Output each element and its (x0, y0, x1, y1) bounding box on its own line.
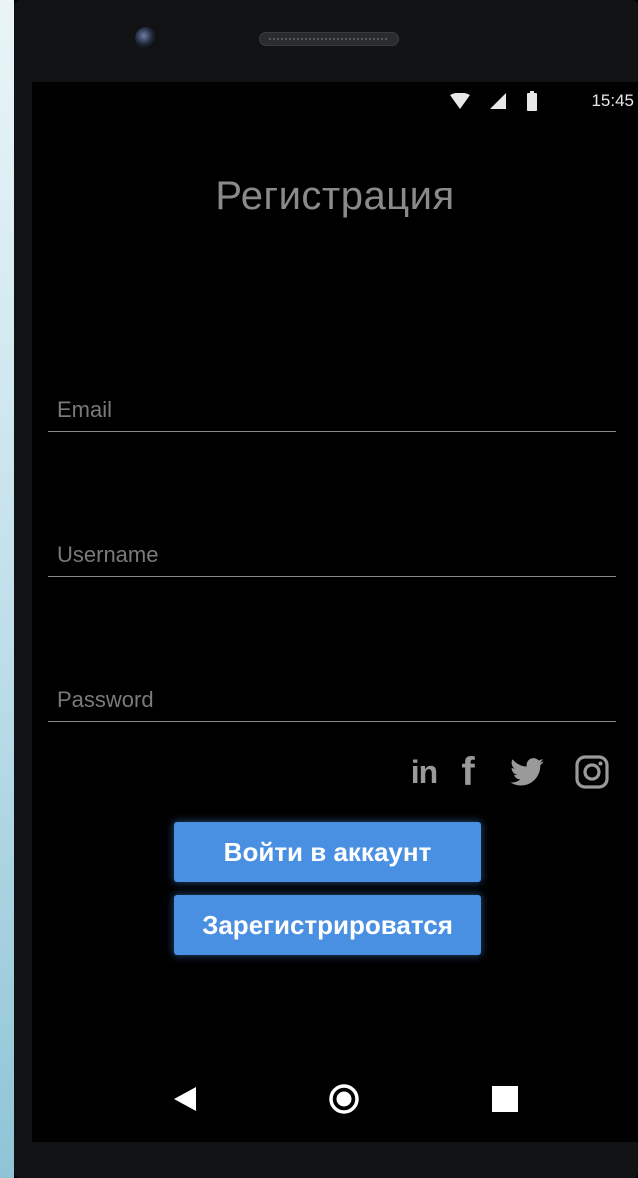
email-field[interactable] (48, 388, 616, 432)
username-field[interactable] (48, 533, 616, 577)
status-time: 15:45 (591, 91, 634, 110)
facebook-icon[interactable]: f (454, 750, 482, 794)
status-icons (450, 91, 538, 116)
front-camera (135, 27, 157, 49)
page-title: Регистрация (215, 174, 455, 218)
login-button[interactable]: Войти в аккаунт (174, 822, 481, 882)
recents-icon[interactable] (480, 1074, 530, 1124)
app-screen: 15:45 Регистрация in f Войти в аккаунт З… (32, 82, 638, 1142)
linkedin-icon[interactable]: in (404, 750, 444, 794)
cell-signal-icon (490, 93, 506, 114)
system-navigation-bar (32, 1074, 638, 1124)
password-field[interactable] (48, 678, 616, 722)
phone-frame: 15:45 Регистрация in f Войти в аккаунт З… (14, 0, 638, 1178)
back-icon[interactable] (160, 1074, 210, 1124)
twitter-icon[interactable] (507, 750, 547, 794)
home-icon[interactable] (319, 1074, 369, 1124)
status-bar: 15:45 (32, 82, 638, 118)
earpiece-speaker (259, 32, 399, 46)
wifi-icon (450, 92, 470, 114)
instagram-icon[interactable] (572, 750, 612, 794)
register-button[interactable]: Зарегистрироватся (174, 895, 481, 955)
battery-icon (526, 91, 538, 116)
desktop-background (0, 0, 14, 1178)
